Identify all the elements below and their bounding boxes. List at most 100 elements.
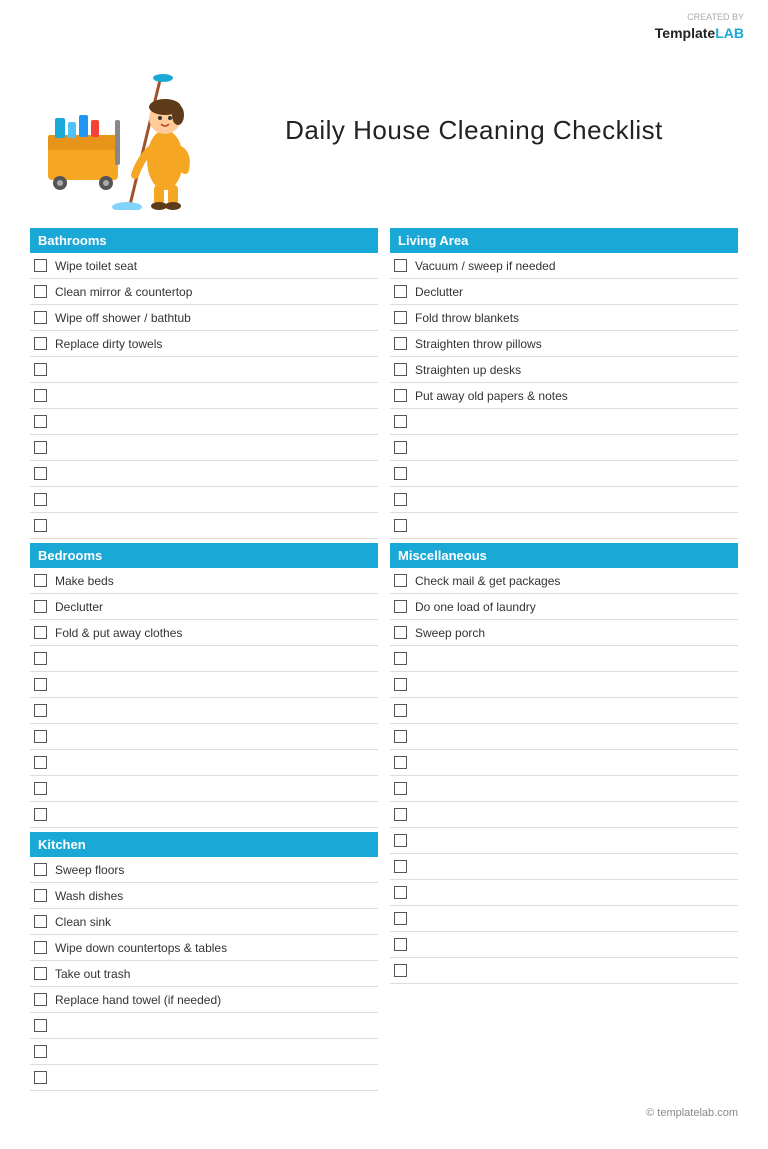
- checkbox[interactable]: [34, 678, 47, 691]
- brand-name-bold: LAB: [715, 25, 744, 41]
- list-item: Fold & put away clothes: [30, 620, 378, 646]
- checkbox[interactable]: [34, 441, 47, 454]
- checkbox[interactable]: [394, 912, 407, 925]
- list-item: Put away old papers & notes: [390, 383, 738, 409]
- item-text: Declutter: [415, 285, 463, 299]
- checkbox[interactable]: [394, 389, 407, 402]
- checkbox[interactable]: [394, 626, 407, 639]
- checkbox[interactable]: [34, 574, 47, 587]
- checkbox[interactable]: [34, 808, 47, 821]
- checkbox[interactable]: [394, 337, 407, 350]
- checkbox[interactable]: [34, 493, 47, 506]
- list-item: Clean mirror & countertop: [30, 279, 378, 305]
- checkbox[interactable]: [394, 467, 407, 480]
- checkbox[interactable]: [394, 782, 407, 795]
- list-item: Sweep floors: [30, 857, 378, 883]
- checkbox[interactable]: [394, 730, 407, 743]
- checkbox[interactable]: [394, 964, 407, 977]
- list-item: Make beds: [30, 568, 378, 594]
- checkbox[interactable]: [34, 415, 47, 428]
- checkbox[interactable]: [34, 889, 47, 902]
- checkbox[interactable]: [34, 704, 47, 717]
- checkbox[interactable]: [34, 652, 47, 665]
- checkbox[interactable]: [34, 993, 47, 1006]
- checkbox[interactable]: [34, 311, 47, 324]
- checkbox[interactable]: [34, 1045, 47, 1058]
- checkbox[interactable]: [394, 441, 407, 454]
- item-text: Vacuum / sweep if needed: [415, 259, 556, 273]
- list-item: Wash dishes: [30, 883, 378, 909]
- item-text: Take out trash: [55, 967, 130, 981]
- checkbox[interactable]: [34, 967, 47, 980]
- checkbox[interactable]: [394, 415, 407, 428]
- checkbox[interactable]: [34, 863, 47, 876]
- checkbox[interactable]: [34, 730, 47, 743]
- empty-row: [30, 461, 378, 487]
- checkbox[interactable]: [394, 886, 407, 899]
- empty-row: [30, 357, 378, 383]
- checkbox[interactable]: [34, 337, 47, 350]
- section-header-kitchen: Kitchen: [30, 832, 378, 857]
- empty-row: [390, 724, 738, 750]
- item-text: Clean sink: [55, 915, 111, 929]
- item-text: Put away old papers & notes: [415, 389, 568, 403]
- checkbox[interactable]: [34, 941, 47, 954]
- list-item: Wipe off shower / bathtub: [30, 305, 378, 331]
- title-block: Daily House Cleaning Checklist: [210, 115, 738, 146]
- empty-row: [390, 828, 738, 854]
- page-title: Daily House Cleaning Checklist: [210, 115, 738, 146]
- left-column: Bathrooms Wipe toilet seat Clean mirror …: [30, 228, 378, 1091]
- checkbox[interactable]: [34, 285, 47, 298]
- list-item: Do one load of laundry: [390, 594, 738, 620]
- checkbox[interactable]: [394, 860, 407, 873]
- checkbox[interactable]: [394, 259, 407, 272]
- checkbox[interactable]: [394, 600, 407, 613]
- empty-row: [390, 698, 738, 724]
- empty-row: [390, 409, 738, 435]
- list-item: Take out trash: [30, 961, 378, 987]
- checkbox[interactable]: [394, 363, 407, 376]
- checkbox[interactable]: [34, 915, 47, 928]
- checkbox[interactable]: [34, 782, 47, 795]
- checkbox[interactable]: [34, 519, 47, 532]
- checkbox[interactable]: [394, 938, 407, 951]
- empty-row: [390, 750, 738, 776]
- list-item: Declutter: [390, 279, 738, 305]
- checkbox[interactable]: [394, 285, 407, 298]
- checkbox[interactable]: [34, 1019, 47, 1032]
- checkbox[interactable]: [34, 363, 47, 376]
- checkbox[interactable]: [34, 467, 47, 480]
- empty-row: [30, 435, 378, 461]
- item-text: Straighten throw pillows: [415, 337, 542, 351]
- checkbox[interactable]: [394, 493, 407, 506]
- item-text: Replace hand towel (if needed): [55, 993, 221, 1007]
- footer: © templatelab.com: [30, 1107, 738, 1119]
- section-header-bathrooms: Bathrooms: [30, 228, 378, 253]
- checkbox[interactable]: [34, 259, 47, 272]
- checkbox[interactable]: [394, 808, 407, 821]
- item-text: Wipe off shower / bathtub: [55, 311, 191, 325]
- list-item: Declutter: [30, 594, 378, 620]
- empty-row: [390, 487, 738, 513]
- checkbox[interactable]: [394, 704, 407, 717]
- checkbox[interactable]: [394, 311, 407, 324]
- checkbox[interactable]: [34, 626, 47, 639]
- list-item: Replace hand towel (if needed): [30, 987, 378, 1013]
- checkbox[interactable]: [394, 652, 407, 665]
- item-text: Declutter: [55, 600, 103, 614]
- checkbox[interactable]: [394, 519, 407, 532]
- checkbox[interactable]: [394, 756, 407, 769]
- checkbox[interactable]: [34, 1071, 47, 1084]
- checkbox[interactable]: [394, 574, 407, 587]
- item-text: Fold throw blankets: [415, 311, 519, 325]
- checkbox[interactable]: [394, 678, 407, 691]
- empty-row: [390, 776, 738, 802]
- empty-row: [390, 435, 738, 461]
- checkbox[interactable]: [34, 756, 47, 769]
- checkbox[interactable]: [34, 600, 47, 613]
- empty-row: [390, 958, 738, 984]
- checkbox[interactable]: [34, 389, 47, 402]
- list-item: Vacuum / sweep if needed: [390, 253, 738, 279]
- item-text: Do one load of laundry: [415, 600, 536, 614]
- checkbox[interactable]: [394, 834, 407, 847]
